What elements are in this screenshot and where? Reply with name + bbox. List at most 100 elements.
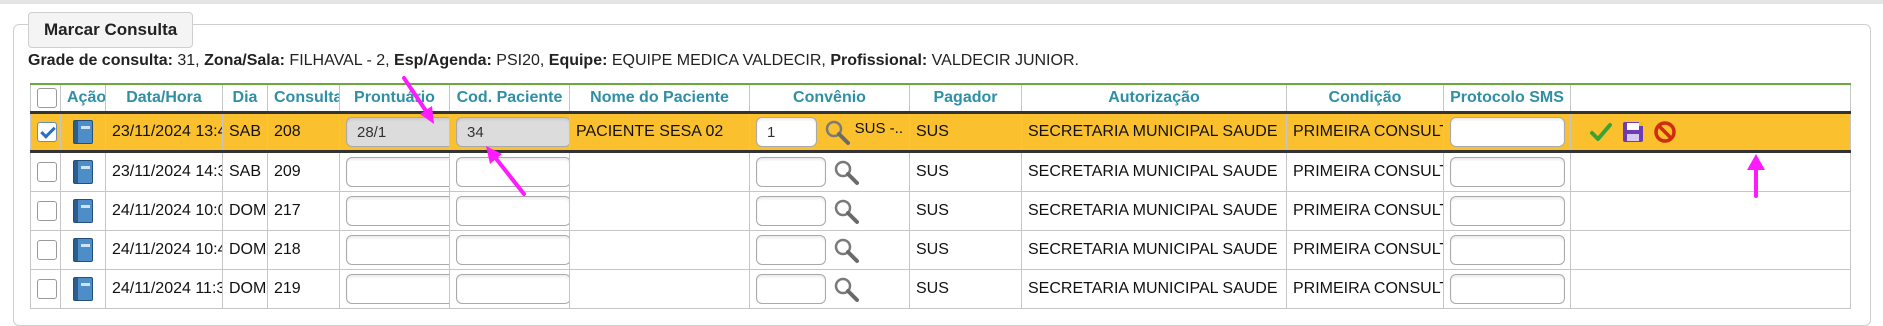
select-all-header[interactable] — [30, 83, 61, 114]
table-row[interactable]: 24/11/2024 10:45DOM218 SUSSECRETARIA MUNI… — [30, 230, 1851, 270]
cod-paciente-field[interactable] — [456, 274, 569, 304]
prontuario-field[interactable] — [346, 196, 449, 226]
row-convenio-cell — [749, 151, 910, 192]
row-prontuario-cell — [339, 151, 450, 192]
equipe-value: EQUIPE MEDICA VALDECIR, — [607, 52, 831, 69]
row-convenio-cell — [749, 191, 910, 231]
table-row[interactable]: 23/11/2024 14:30SAB209 SUSSECRETARIA MUNI… — [30, 151, 1851, 192]
row-data-hora: 24/11/2024 10:45 — [105, 230, 223, 270]
row-actions-cell — [1570, 151, 1851, 192]
row-nome-paciente — [569, 151, 750, 192]
row-pagador: SUS — [909, 191, 1022, 231]
row-protocolo-cell — [1443, 269, 1571, 309]
row-select-cell — [30, 151, 61, 192]
search-icon[interactable] — [832, 197, 860, 225]
row-actions-cell — [1570, 191, 1851, 231]
row-pagador: SUS — [909, 269, 1022, 309]
row-cod-paciente-cell — [449, 269, 570, 309]
protocolo-sms-field[interactable] — [1450, 157, 1565, 187]
table-row[interactable]: 23/11/2024 13:45SAB20828/134PACIENTE SES… — [30, 111, 1851, 153]
row-consulta: 219 — [267, 269, 340, 309]
row-actions-cell — [1570, 111, 1851, 153]
cancel-icon[interactable] — [1653, 120, 1677, 144]
convenio-code-field[interactable] — [756, 157, 826, 187]
book-icon[interactable] — [73, 160, 93, 184]
row-autorizacao: SECRETARIA MUNICIPAL SAUDE — [1021, 151, 1287, 192]
select-all-checkbox[interactable] — [37, 88, 57, 108]
cod-paciente-field[interactable] — [456, 196, 569, 226]
row-nome-paciente: PACIENTE SESA 02 — [569, 111, 750, 153]
table-row[interactable]: 24/11/2024 10:00DOM217 SUSSECRETARIA MUNI… — [30, 191, 1851, 231]
search-icon[interactable] — [832, 275, 860, 303]
row-cod-paciente-cell — [449, 191, 570, 231]
row-checkbox[interactable] — [37, 122, 57, 142]
prontuario-field[interactable] — [346, 274, 449, 304]
protocolo-sms-field[interactable] — [1450, 196, 1565, 226]
convenio-name: SUS -.. — [854, 119, 903, 137]
profissional-label: Profissional: — [830, 52, 928, 69]
book-icon[interactable] — [73, 277, 93, 301]
row-pagador: SUS — [909, 230, 1022, 270]
header-condicao: Condição — [1286, 83, 1444, 114]
equipe-label: Equipe: — [548, 52, 608, 69]
zona-label: Zona/Sala: — [204, 52, 285, 69]
prontuario-field[interactable] — [346, 157, 449, 187]
convenio-code-field[interactable] — [756, 196, 826, 226]
row-prontuario-cell — [339, 230, 450, 270]
row-convenio-cell — [749, 230, 910, 270]
cod-paciente-field[interactable] — [456, 157, 569, 187]
row-prontuario-cell: 28/1 — [339, 111, 450, 153]
row-select-cell — [30, 191, 61, 231]
book-icon[interactable] — [73, 238, 93, 262]
top-strip — [0, 0, 1883, 4]
row-nome-paciente — [569, 269, 750, 309]
row-actions-cell — [1570, 269, 1851, 309]
book-icon[interactable] — [73, 120, 93, 144]
row-condicao: PRIMEIRA CONSULTA — [1286, 151, 1444, 192]
header-dia: Dia — [222, 83, 268, 114]
row-checkbox[interactable] — [37, 201, 57, 221]
convenio-code-field[interactable] — [756, 274, 826, 304]
header-cod-paciente: Cod. Paciente — [449, 83, 570, 114]
cod-paciente-field[interactable] — [456, 235, 569, 265]
table-row[interactable]: 24/11/2024 11:30 DOM 219 SUS SECRETARIA MUNI… — [30, 269, 1851, 309]
search-icon[interactable] — [823, 118, 851, 146]
protocolo-sms-field[interactable] — [1450, 235, 1565, 265]
convenio-code-field[interactable]: 1 — [756, 117, 817, 147]
row-checkbox[interactable] — [37, 240, 57, 260]
header-convenio: Convênio — [749, 83, 910, 114]
header-nome-paciente: Nome do Paciente — [569, 83, 750, 114]
prontuario-field[interactable] — [346, 235, 449, 265]
row-checkbox[interactable] — [37, 279, 57, 299]
row-data-hora: 24/11/2024 10:00 — [105, 191, 223, 231]
schedule-table: Ação Data/Hora Dia Consulta Prontuário C… — [30, 83, 1851, 309]
esp-value: PSI20, — [491, 52, 549, 69]
protocolo-sms-field[interactable] — [1450, 117, 1565, 147]
row-consulta: 209 — [267, 151, 340, 192]
book-icon[interactable] — [73, 199, 93, 223]
row-pagador: SUS — [909, 151, 1022, 192]
grade-value: 31, — [172, 52, 205, 69]
protocolo-sms-field[interactable] — [1450, 274, 1565, 304]
zona-value: FILHAVAL - 2, — [284, 52, 395, 69]
row-actions — [1577, 120, 1844, 144]
row-data-hora: 24/11/2024 11:30 — [105, 269, 223, 309]
search-icon[interactable] — [832, 236, 860, 264]
cod-paciente-field[interactable]: 34 — [456, 117, 569, 147]
confirm-check-icon[interactable] — [1589, 120, 1613, 144]
header-prontuario: Prontuário — [339, 83, 450, 114]
header-pagador: Pagador — [909, 83, 1022, 114]
row-dia: SAB — [222, 151, 268, 192]
row-cod-paciente-cell: 34 — [449, 111, 570, 153]
row-convenio-cell — [749, 269, 910, 309]
convenio-code-field[interactable] — [756, 235, 826, 265]
prontuario-field[interactable]: 28/1 — [346, 117, 449, 147]
row-protocolo-cell — [1443, 230, 1571, 270]
search-icon[interactable] — [832, 158, 860, 186]
save-icon[interactable] — [1621, 120, 1645, 144]
row-condicao: PRIMEIRA CONSULTA — [1286, 111, 1444, 153]
row-checkbox[interactable] — [37, 162, 57, 182]
row-protocolo-cell — [1443, 191, 1571, 231]
row-dia: DOM — [222, 191, 268, 231]
table-header-row: Ação Data/Hora Dia Consulta Prontuário C… — [30, 83, 1851, 114]
